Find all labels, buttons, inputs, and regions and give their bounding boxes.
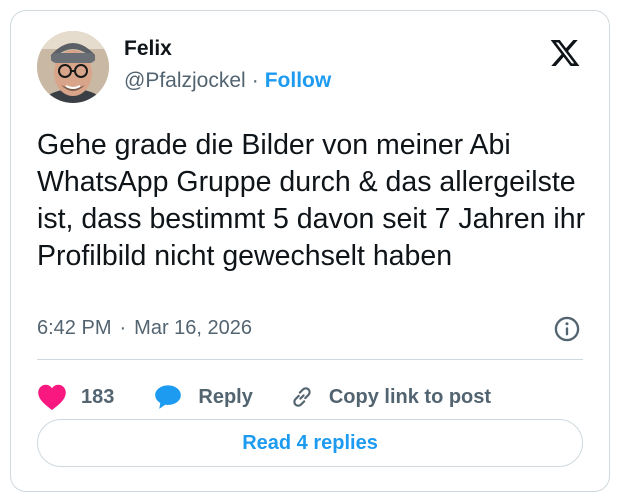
link-icon [293,387,311,407]
tweet-time: 6:42 PM [37,317,112,339]
follow-button[interactable]: Follow [265,69,332,92]
divider [37,359,583,360]
author-name[interactable]: Felix [124,37,172,61]
heart-icon [38,384,66,410]
tweet-text: Gehe grade die Bilder von meiner Abi Wha… [37,129,586,272]
author-handle-row: @Pfalzjockel · Follow [124,69,331,93]
speech-bubble-icon [155,385,182,409]
read-replies-button[interactable]: Read 4 replies [37,419,583,467]
info-icon[interactable] [553,315,581,343]
avatar-image [37,31,109,103]
tweet-card: Felix @Pfalzjockel · Follow Gehe grade die… [10,10,610,492]
like-count: 183 [81,385,115,408]
avatar[interactable] [37,31,109,103]
copy-link-button[interactable]: Copy link to post [289,384,491,410]
copy-link-label: Copy link to post [328,385,492,408]
timestamp-separator: · [119,317,127,339]
action-bar: 183 Reply Copy link to post [37,373,491,421]
reply-label: Reply [198,385,253,408]
handle-separator: · [251,69,259,92]
x-logo-icon[interactable] [549,37,581,69]
author-handle[interactable]: @Pfalzjockel [124,69,246,92]
tweet-timestamp[interactable]: 6:42 PM · Mar 16, 2026 [37,317,252,340]
like-button[interactable]: 183 [37,383,114,411]
reply-button[interactable]: Reply [154,384,253,410]
tweet-date: Mar 16, 2026 [134,317,253,339]
